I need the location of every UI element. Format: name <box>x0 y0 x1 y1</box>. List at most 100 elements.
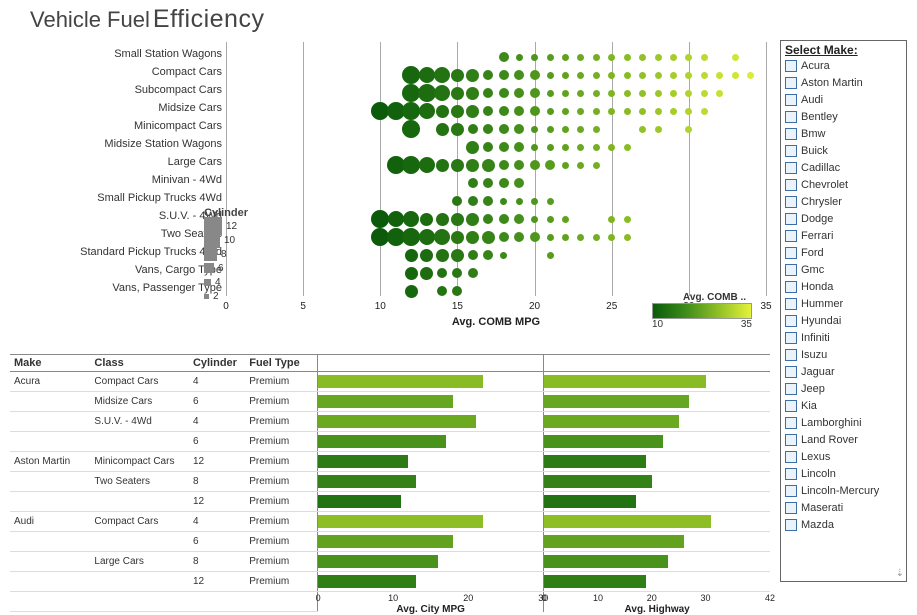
bubble-mark[interactable] <box>451 231 464 244</box>
city-mpg-bar[interactable] <box>318 375 483 388</box>
table-row[interactable]: Two Seaters8Premium <box>10 472 770 492</box>
bubble-mark[interactable] <box>562 72 569 79</box>
bubble-mark[interactable] <box>577 108 584 115</box>
bubble-mark[interactable] <box>436 213 449 226</box>
bubble-mark[interactable] <box>499 178 509 188</box>
make-option[interactable]: Cadillac <box>781 159 906 176</box>
make-option[interactable]: Audi <box>781 91 906 108</box>
bubble-mark[interactable] <box>670 54 677 61</box>
make-option[interactable]: Kia <box>781 397 906 414</box>
checkbox-icon[interactable] <box>785 468 797 480</box>
bubble-mark[interactable] <box>402 228 420 246</box>
scroll-down-icon[interactable]: ⇣ <box>896 568 904 579</box>
make-option[interactable]: Dodge <box>781 210 906 227</box>
bubble-mark[interactable] <box>608 234 615 241</box>
bubble-mark[interactable] <box>547 216 554 223</box>
bubble-mark[interactable] <box>468 124 478 134</box>
checkbox-icon[interactable] <box>785 179 797 191</box>
city-mpg-bar[interactable] <box>318 455 408 468</box>
bubble-mark[interactable] <box>530 160 540 170</box>
bubble-mark[interactable] <box>685 72 692 79</box>
highway-mpg-bar[interactable] <box>544 575 646 588</box>
make-option[interactable]: Infiniti <box>781 329 906 346</box>
make-option[interactable]: Chevrolet <box>781 176 906 193</box>
highway-mpg-bar[interactable] <box>544 475 651 488</box>
checkbox-icon[interactable] <box>785 162 797 174</box>
bubble-mark[interactable] <box>451 159 464 172</box>
bubble-mark[interactable] <box>466 69 479 82</box>
bubble-mark[interactable] <box>655 126 662 133</box>
checkbox-icon[interactable] <box>785 94 797 106</box>
table-row[interactable]: AcuraCompact Cars4Premium <box>10 372 770 392</box>
bubble-mark[interactable] <box>452 268 462 278</box>
bubble-mark[interactable] <box>608 108 615 115</box>
bubble-mark[interactable] <box>701 54 708 61</box>
bubble-mark[interactable] <box>468 268 478 278</box>
bubble-mark[interactable] <box>562 216 569 223</box>
highway-mpg-bar[interactable] <box>544 515 711 528</box>
bubble-mark[interactable] <box>716 72 723 79</box>
checkbox-icon[interactable] <box>785 264 797 276</box>
checkbox-icon[interactable] <box>785 519 797 531</box>
bubble-mark[interactable] <box>701 90 708 97</box>
bubble-mark[interactable] <box>608 216 615 223</box>
checkbox-icon[interactable] <box>785 315 797 327</box>
bubble-mark[interactable] <box>466 213 479 226</box>
bubble-mark[interactable] <box>547 90 554 97</box>
bubble-mark[interactable] <box>405 267 418 280</box>
make-option[interactable]: Buick <box>781 142 906 159</box>
bubble-mark[interactable] <box>402 120 420 138</box>
bubble-mark[interactable] <box>655 90 662 97</box>
bubble-mark[interactable] <box>402 156 420 174</box>
bubble-mark[interactable] <box>452 286 462 296</box>
make-option[interactable]: Ferrari <box>781 227 906 244</box>
bubble-mark[interactable] <box>608 144 615 151</box>
bubble-mark[interactable] <box>420 249 433 262</box>
bubble-mark[interactable] <box>655 54 662 61</box>
bubble-mark[interactable] <box>466 159 479 172</box>
checkbox-icon[interactable] <box>785 230 797 242</box>
table-row[interactable]: Aston MartinMinicompact Cars12Premium <box>10 452 770 472</box>
bubble-mark[interactable] <box>639 90 646 97</box>
bubble-mark[interactable] <box>434 229 450 245</box>
table-row[interactable]: 6Premium <box>10 432 770 452</box>
bubble-mark[interactable] <box>562 54 569 61</box>
bubble-mark[interactable] <box>593 162 600 169</box>
bubble-mark[interactable] <box>545 160 555 170</box>
city-mpg-bar[interactable] <box>318 535 453 548</box>
make-option[interactable]: Gmc <box>781 261 906 278</box>
city-mpg-bar[interactable] <box>318 395 453 408</box>
table-row[interactable]: 6Premium <box>10 532 770 552</box>
make-option[interactable]: Acura <box>781 57 906 74</box>
bubble-mark[interactable] <box>670 72 677 79</box>
make-option[interactable]: Aston Martin <box>781 74 906 91</box>
bubble-mark[interactable] <box>577 144 584 151</box>
bubble-mark[interactable] <box>371 210 389 228</box>
bubble-mark[interactable] <box>608 72 615 79</box>
bubble-mark[interactable] <box>451 87 464 100</box>
bubble-mark[interactable] <box>593 234 600 241</box>
bubble-mark[interactable] <box>624 90 631 97</box>
bubble-mark[interactable] <box>402 102 420 120</box>
bubble-mark[interactable] <box>593 72 600 79</box>
bubble-mark[interactable] <box>483 88 493 98</box>
bubble-mark[interactable] <box>514 106 524 116</box>
bubble-mark[interactable] <box>624 54 631 61</box>
table-row[interactable]: AudiCompact Cars4Premium <box>10 512 770 532</box>
bubble-mark[interactable] <box>593 108 600 115</box>
make-option[interactable]: Jaguar <box>781 363 906 380</box>
bubble-mark[interactable] <box>531 54 538 61</box>
bubble-mark[interactable] <box>466 105 479 118</box>
bubble-mark[interactable] <box>624 144 631 151</box>
bubble-mark[interactable] <box>701 108 708 115</box>
highway-mpg-bar[interactable] <box>544 555 668 568</box>
column-header[interactable]: Fuel Type <box>245 355 317 372</box>
bubble-mark[interactable] <box>516 198 523 205</box>
bubble-mark[interactable] <box>483 124 493 134</box>
checkbox-icon[interactable] <box>785 77 797 89</box>
bubble-mark[interactable] <box>530 88 540 98</box>
bubble-mark[interactable] <box>547 54 554 61</box>
bubble-mark[interactable] <box>608 90 615 97</box>
column-header[interactable]: Cylinder <box>189 355 245 372</box>
bubble-mark[interactable] <box>466 231 479 244</box>
